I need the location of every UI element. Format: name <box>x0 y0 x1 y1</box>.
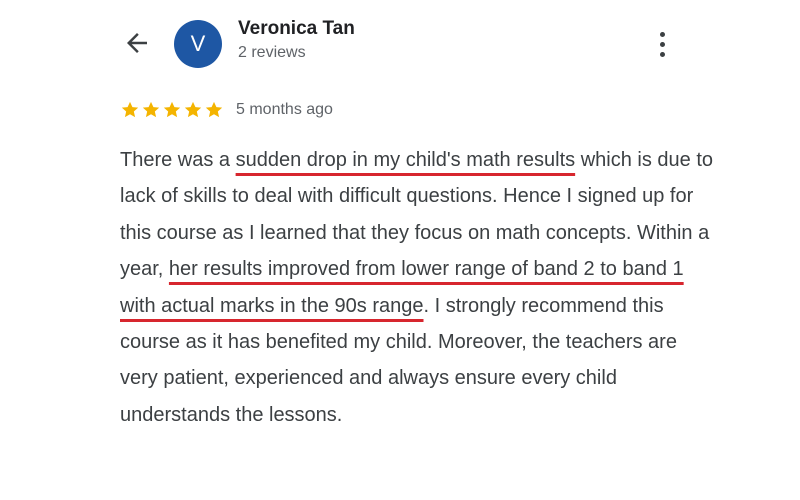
more-vertical-icon <box>659 31 665 37</box>
highlighted-text: sudden drop in my child's math results <box>235 149 576 171</box>
reviewer-name[interactable]: Veronica Tan <box>238 18 355 40</box>
star-icon <box>121 101 139 118</box>
arrow-left-icon <box>127 33 147 53</box>
star-icon <box>205 101 223 118</box>
avatar[interactable]: V <box>174 20 222 68</box>
review-count: 2 reviews <box>238 44 306 61</box>
review-header: V Veronica Tan 2 reviews <box>0 0 800 90</box>
star-icon <box>142 101 160 118</box>
review-time: 5 months ago <box>236 101 333 118</box>
review-text: There was a sudden drop in my child's ma… <box>120 142 720 433</box>
star-icon <box>184 101 202 118</box>
more-vertical-icon-dot <box>659 41 665 47</box>
star-icon <box>163 101 181 118</box>
more-vertical-icon-dot <box>659 51 665 57</box>
star-rating <box>120 100 224 120</box>
more-options-button[interactable] <box>650 28 674 60</box>
rating-row: 5 months ago <box>120 98 333 122</box>
back-button[interactable] <box>120 28 154 58</box>
review-text-segment: There was a <box>120 149 236 171</box>
